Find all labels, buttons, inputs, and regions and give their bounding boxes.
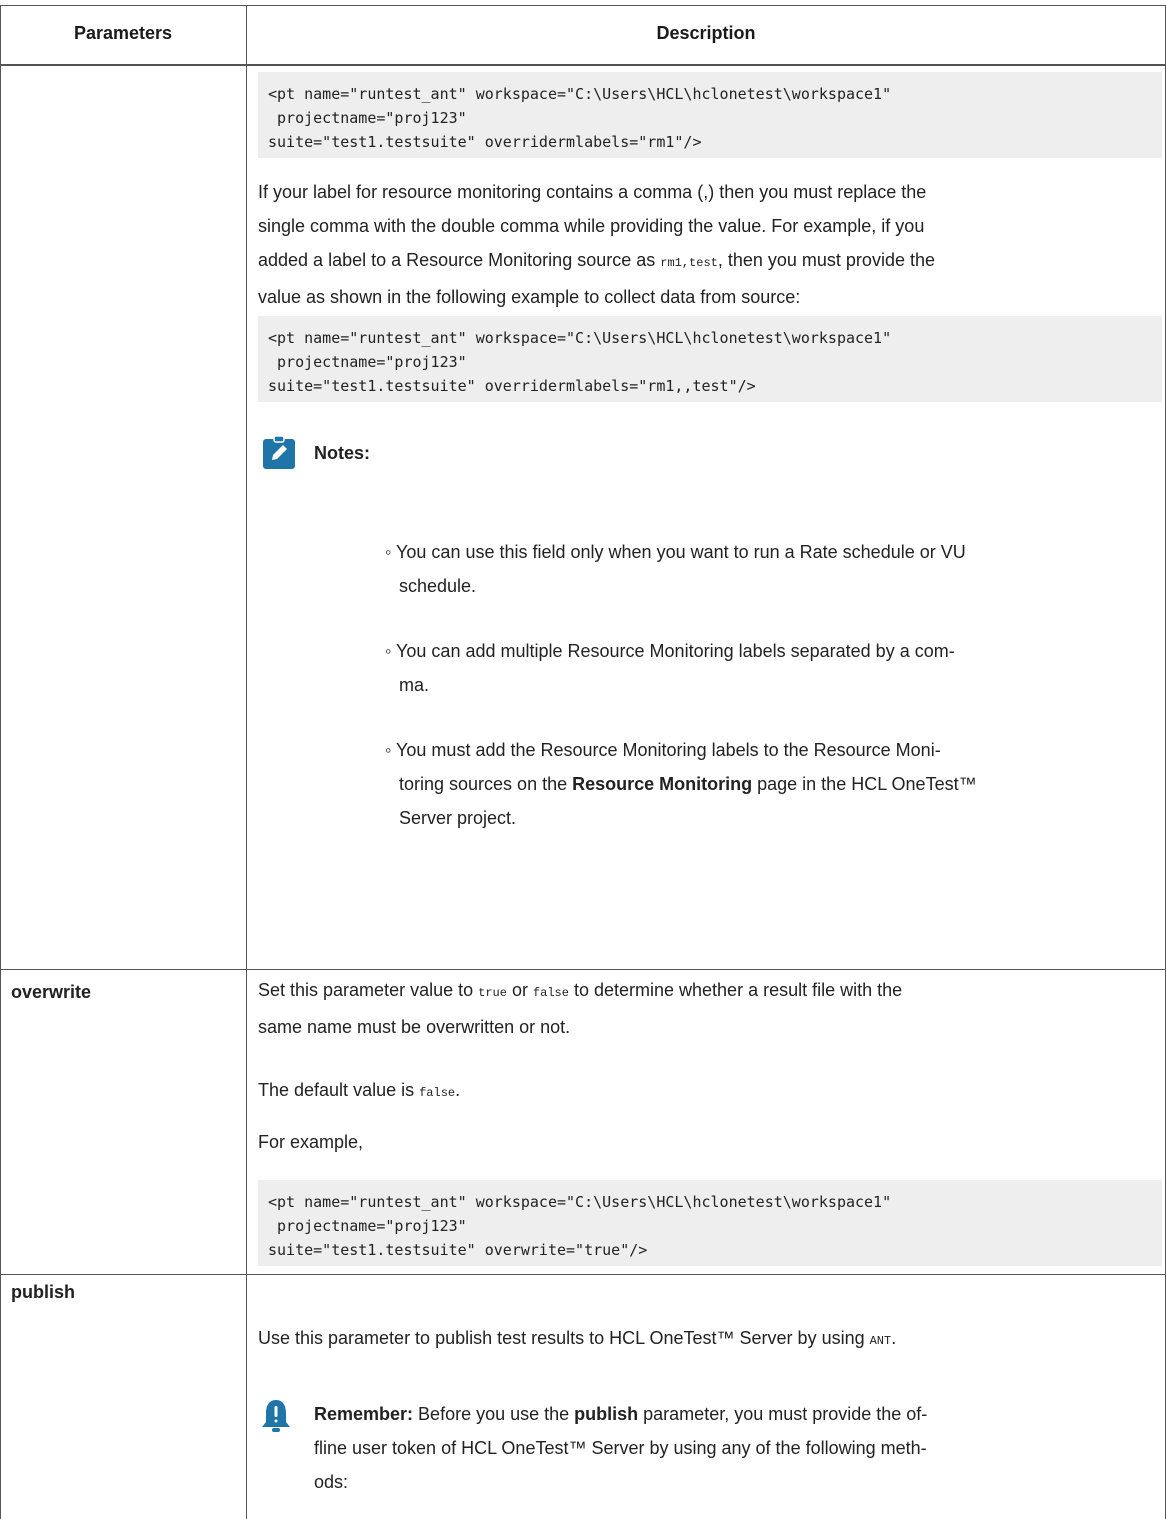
note-item-3: ◦ You must add the Resource Monitoring l… xyxy=(385,740,977,828)
pencil-note-icon xyxy=(261,435,297,471)
remember-note: Remember: Before you use the publish par… xyxy=(314,1404,928,1492)
para-line: If your label for resource monitoring co… xyxy=(258,182,927,202)
overwrite-example-label: For example, xyxy=(258,1132,364,1152)
code-line: projectname="proj123" xyxy=(268,109,467,127)
param-publish: publish xyxy=(11,1282,75,1302)
column-divider xyxy=(246,5,247,1519)
inline-code: true xyxy=(478,986,507,1000)
row-divider-1 xyxy=(0,969,1166,970)
code-rm-comma-example: <pt name="runtest_ant" workspace="C:\Use… xyxy=(258,316,1162,402)
table-header: Parameters Description xyxy=(0,0,1166,66)
para-line: single comma with the double comma while… xyxy=(258,216,925,236)
overwrite-default: The default value is false. xyxy=(258,1080,461,1100)
header-description: Description xyxy=(656,22,756,43)
code-line: suite="test1.testsuite" overridermlabels… xyxy=(268,133,702,151)
note-item-2: ◦ You can add multiple Resource Monitori… xyxy=(385,641,955,695)
header-parameters: Parameters xyxy=(73,22,173,43)
code-line: suite="test1.testsuite" overwrite="true"… xyxy=(268,1241,648,1259)
table-border-left xyxy=(0,5,1,1519)
para-line: added a label to a Resource Monitoring s… xyxy=(258,250,935,270)
code-overwrite-example: <pt name="runtest_ant" workspace="C:\Use… xyxy=(258,1180,1162,1266)
code-line: projectname="proj123" xyxy=(268,1217,467,1235)
code-rm-example: <pt name="runtest_ant" workspace="C:\Use… xyxy=(258,72,1162,158)
comma-paragraph: If your label for resource monitoring co… xyxy=(258,175,1148,314)
inline-code: false xyxy=(532,986,569,1000)
code-line: projectname="proj123" xyxy=(268,353,467,371)
inline-code: ANT xyxy=(869,1334,892,1348)
inline-code: rm1,test xyxy=(660,256,718,270)
publish-description: Use this parameter to publish test resul… xyxy=(258,1328,897,1348)
code-line: <pt name="runtest_ant" workspace="C:\Use… xyxy=(268,329,892,347)
param-overwrite: overwrite xyxy=(11,982,92,1002)
overwrite-description: Set this parameter value to true or fals… xyxy=(258,980,903,1037)
code-line: suite="test1.testsuite" overridermlabels… xyxy=(268,377,756,395)
code-line: <pt name="runtest_ant" workspace="C:\Use… xyxy=(268,1193,892,1211)
inline-code: false xyxy=(419,1086,456,1100)
code-line: <pt name="runtest_ant" workspace="C:\Use… xyxy=(268,85,892,103)
row-divider-2 xyxy=(0,1274,1166,1275)
note-item-1: ◦ You can use this field only when you w… xyxy=(385,542,966,596)
bell-alert-icon xyxy=(260,1398,292,1434)
notes-title: Notes: xyxy=(314,443,371,463)
para-line: value as shown in the following example … xyxy=(258,287,801,307)
